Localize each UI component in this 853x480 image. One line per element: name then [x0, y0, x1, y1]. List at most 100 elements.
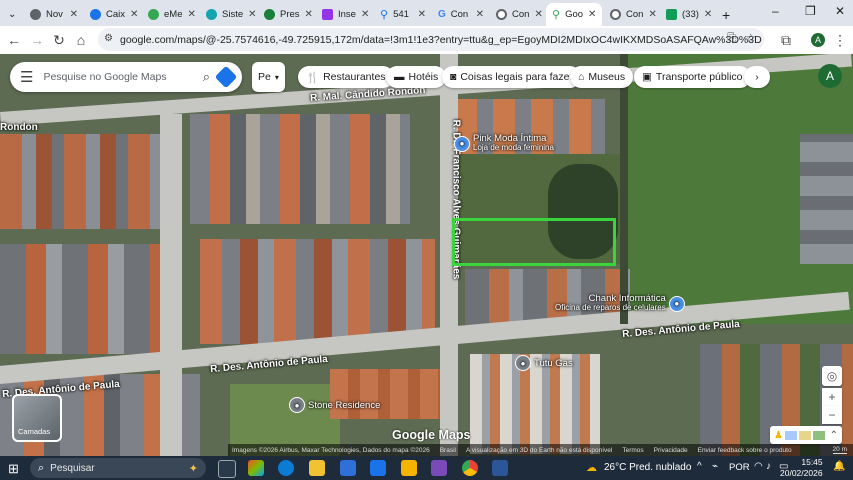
close-window-button[interactable]: ✕: [835, 4, 845, 18]
app-icon[interactable]: [401, 460, 417, 476]
footer-link[interactable]: Privacidade: [654, 447, 688, 454]
browser-toolbar: ← → ↻ ⌂ ⚙ google.com/maps/@-25.7574616,-…: [0, 26, 853, 54]
close-icon[interactable]: ✕: [534, 9, 542, 20]
address-bar[interactable]: ⚙ google.com/maps/@-25.7574616,-49.72591…: [98, 28, 764, 51]
new-tab-button[interactable]: +: [716, 3, 736, 26]
close-icon[interactable]: ✕: [70, 9, 78, 20]
maps-search-box[interactable]: ☰ Pesquise no Google Maps ⌕: [10, 62, 242, 92]
tab-item[interactable]: Con ✕: [490, 3, 546, 26]
chips-scroll-right-button[interactable]: ›: [744, 66, 770, 88]
app-icon[interactable]: [431, 460, 447, 476]
tray-icon[interactable]: ⌁: [712, 461, 718, 472]
forward-button[interactable]: →: [27, 30, 47, 50]
store-icon[interactable]: [340, 460, 356, 476]
chrome-icon[interactable]: [462, 460, 478, 476]
tab-item[interactable]: Siste ✕: [200, 3, 258, 26]
search-input[interactable]: Pesquise no Google Maps: [43, 71, 202, 83]
extensions-button[interactable]: ⧉: [776, 30, 796, 50]
word-icon[interactable]: [492, 460, 508, 476]
close-icon[interactable]: ✕: [704, 9, 712, 20]
task-view-icon[interactable]: [218, 460, 236, 478]
canal: [620, 54, 628, 324]
tab-search-button[interactable]: ⌄: [2, 3, 22, 26]
terrain-thumbnail-icon[interactable]: [798, 430, 811, 440]
file-explorer-icon[interactable]: [309, 460, 325, 476]
bookmark-star-icon[interactable]: ☆: [745, 31, 756, 45]
account-avatar[interactable]: A: [818, 64, 842, 88]
map-thumbnail-icon[interactable]: [784, 430, 797, 440]
close-icon[interactable]: ✕: [361, 9, 369, 20]
close-icon[interactable]: ✕: [476, 9, 484, 20]
menu-hamburger-icon[interactable]: ☰: [20, 68, 33, 86]
place-chip[interactable]: Pe ▾: [252, 62, 285, 92]
start-windows-icon[interactable]: ⊞: [8, 461, 19, 477]
reload-button[interactable]: ↻: [49, 30, 69, 50]
category-chip-restaurants[interactable]: 🍴 Restaurantes: [298, 66, 394, 88]
poi-chank[interactable]: ● Chank Informática Oficina de reparos d…: [555, 293, 685, 313]
tab-item[interactable]: Pres ✕: [258, 3, 316, 26]
poi-pink-moda[interactable]: ● Pink Moda Íntima Loja de moda feminina: [454, 133, 554, 153]
tab-item[interactable]: eMe ✕: [142, 3, 200, 26]
category-chip-transit[interactable]: ▣ Transporte público: [634, 66, 751, 88]
weather-text[interactable]: 26°C Pred. nublado: [604, 462, 691, 473]
outlook-icon[interactable]: [370, 460, 386, 476]
close-icon[interactable]: ✕: [130, 9, 138, 20]
tab-item[interactable]: Con ✕: [604, 3, 660, 26]
tab-item[interactable]: Nov ✕: [24, 3, 84, 26]
tray-overflow-icon[interactable]: ^: [697, 461, 702, 472]
expand-icon[interactable]: ⌃: [830, 430, 838, 441]
back-button[interactable]: ←: [4, 30, 24, 50]
directions-icon[interactable]: [214, 65, 238, 89]
footer-link[interactable]: A visualização em 3D do Earth não está d…: [466, 447, 612, 454]
minimize-button[interactable]: –: [772, 4, 779, 18]
category-chip-things-to-do[interactable]: ◙ Coisas legais para fazer: [442, 66, 581, 88]
tab-label: eMe: [164, 9, 183, 20]
language-indicator[interactable]: POR: [729, 462, 750, 473]
wifi-icon[interactable]: ◠: [754, 461, 763, 472]
tab-item[interactable]: G Con ✕: [432, 3, 490, 26]
close-icon[interactable]: ✕: [648, 9, 656, 20]
my-location-button[interactable]: ◎: [822, 366, 842, 386]
notification-bell-icon[interactable]: 🔔: [833, 461, 845, 472]
profile-button[interactable]: A: [808, 30, 828, 50]
search-icon[interactable]: ⌕: [203, 69, 210, 85]
tab-item-active[interactable]: ⚲ Goo ✕: [546, 3, 602, 26]
site-info-icon[interactable]: ⚙: [104, 33, 113, 44]
taskbar-search[interactable]: ⌕ Pesquisar ✦: [30, 458, 206, 478]
edge-icon[interactable]: [278, 460, 294, 476]
close-icon[interactable]: ✕: [418, 9, 426, 20]
clock-time[interactable]: 15:45: [793, 457, 831, 467]
tab-item[interactable]: ⚲ 541 ✕: [374, 3, 432, 26]
satellite-map[interactable]: R. Mal. Cândido Rondon Rondon R. Dr. Fra…: [0, 54, 853, 456]
tab-item[interactable]: Caix ✕: [84, 3, 142, 26]
footer-link[interactable]: Termos: [622, 447, 643, 454]
category-chip-hotels[interactable]: ▬ Hotéis: [386, 66, 447, 88]
close-icon[interactable]: ✕: [305, 9, 313, 20]
close-icon[interactable]: ✕: [187, 9, 195, 20]
restore-button[interactable]: ❐: [805, 4, 816, 18]
footer-link[interactable]: Enviar feedback sobre o produto: [698, 447, 792, 454]
puzzle-icon: ⧉: [781, 31, 791, 48]
layers-button[interactable]: Camadas: [12, 394, 62, 442]
clock-date[interactable]: 20/02/2026: [780, 468, 823, 478]
country-link[interactable]: Brasil: [440, 447, 456, 454]
map-type-strip[interactable]: ♟ ⌃: [770, 426, 842, 444]
poi-stone-residence[interactable]: ● Stone Residence: [289, 397, 380, 413]
zoom-in-button[interactable]: +: [822, 388, 842, 406]
scale-bar[interactable]: 20 m: [832, 446, 847, 454]
close-icon[interactable]: ✕: [588, 9, 596, 20]
browser-menu-button[interactable]: ⋮: [830, 30, 850, 50]
zoom-out-button[interactable]: −: [822, 406, 842, 424]
tab-item[interactable]: Inse ✕: [316, 3, 374, 26]
copilot-icon[interactable]: [248, 460, 264, 476]
install-app-icon[interactable]: ⎘: [727, 32, 736, 45]
poi-tutu-gas[interactable]: ● Tutu Gás: [515, 355, 573, 371]
tab-favicon-icon: [30, 9, 41, 20]
category-chip-museums[interactable]: ⌂ Museus: [570, 66, 634, 88]
home-button[interactable]: ⌂: [71, 30, 91, 50]
volume-icon[interactable]: ♪: [766, 461, 771, 472]
satellite-thumbnail-icon[interactable]: [812, 430, 825, 440]
close-icon[interactable]: ✕: [248, 9, 256, 20]
pegman-icon[interactable]: ♟: [774, 430, 783, 441]
tab-item[interactable]: (33) ✕: [660, 3, 716, 26]
